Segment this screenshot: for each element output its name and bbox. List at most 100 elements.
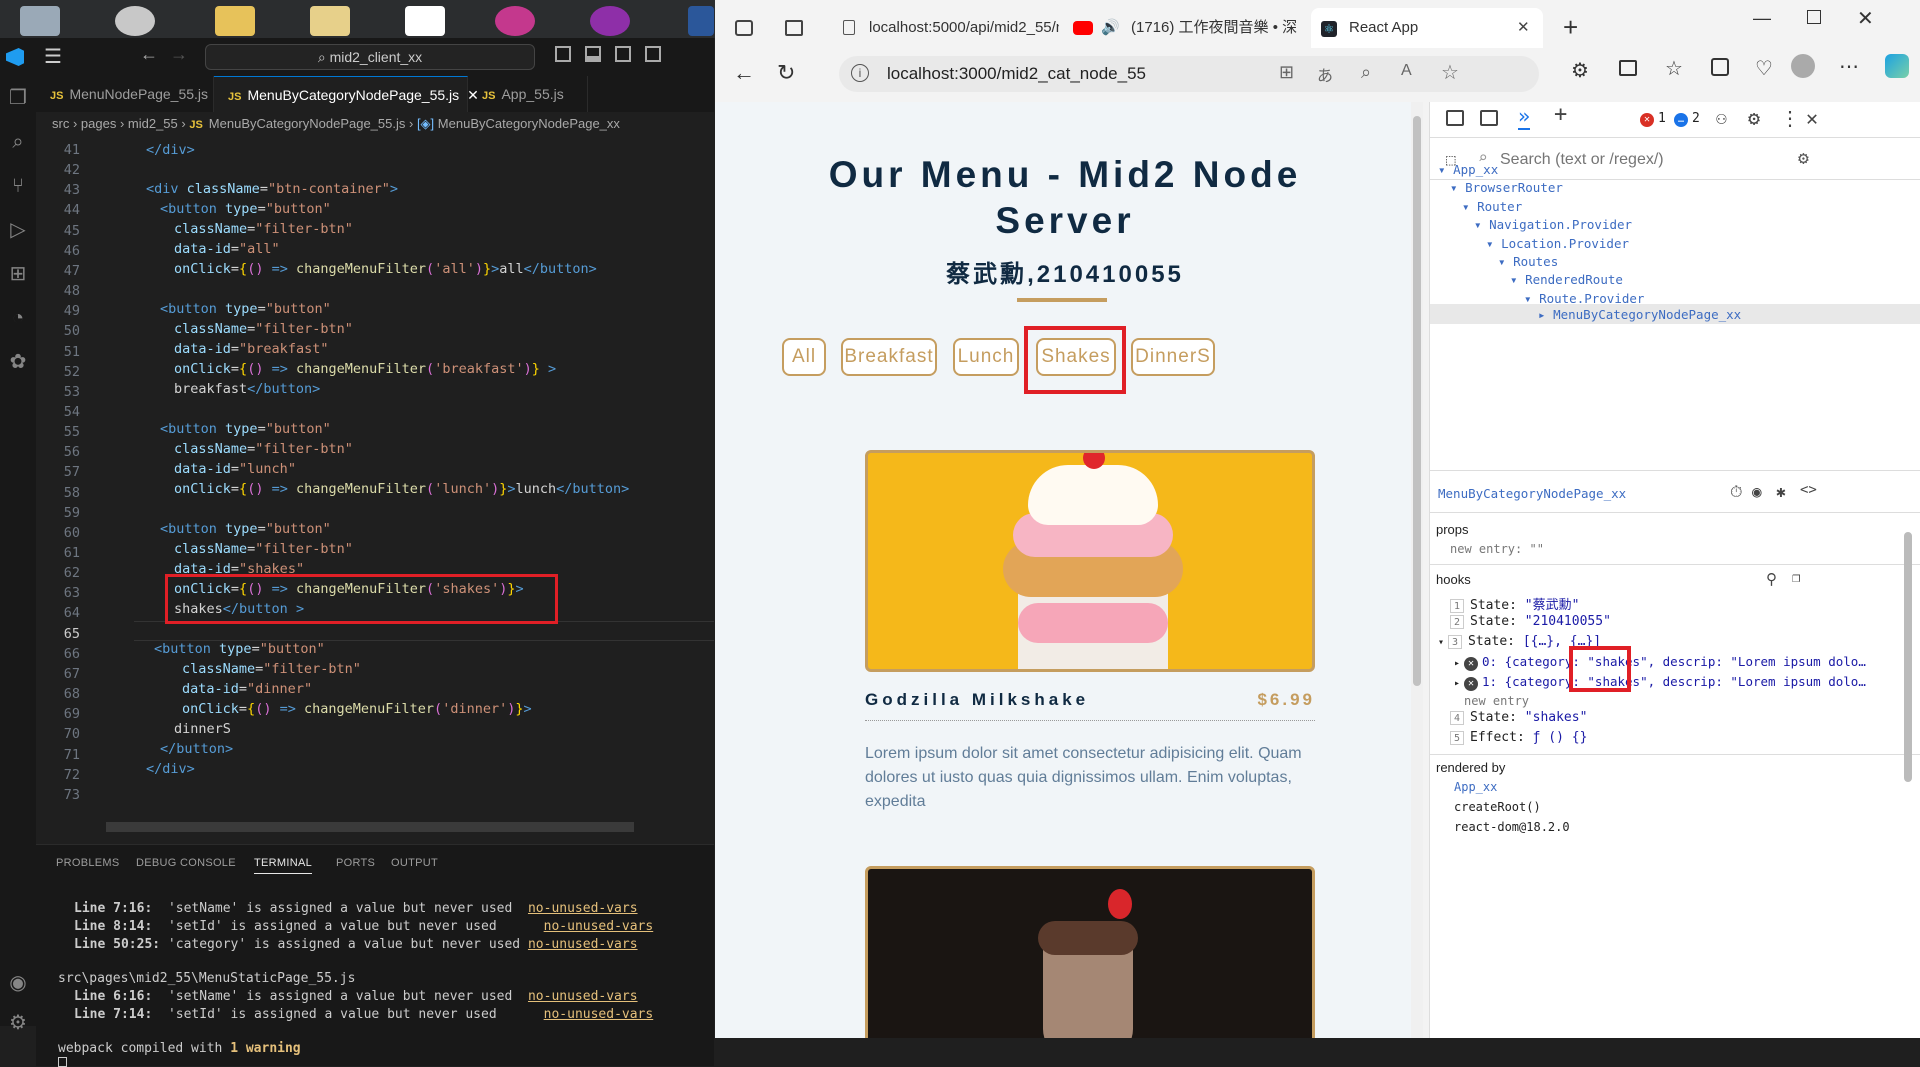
tab-menu-by-category[interactable]: JS MenuByCategoryNodePage_55.js ✕ [214,76,479,112]
tree-node[interactable]: ▾ BrowserRouter [1450,180,1563,195]
explorer-icon[interactable]: ❐ [6,86,30,110]
collections-icon[interactable] [1711,58,1729,76]
settings-gear-icon[interactable]: ⚙ [1748,106,1760,130]
hook-row[interactable]: 5 Effect: ƒ () {} [1450,730,1587,745]
extensions-icon[interactable]: ⊞ [6,262,30,286]
translate-icon[interactable]: あ [1317,62,1333,86]
bug-icon[interactable]: ✱ [1776,482,1786,501]
tree-node[interactable]: ▾ App_xx [1438,162,1498,177]
expand-arrow-icon[interactable]: ▸ [1454,658,1460,669]
info-icon[interactable]: i [851,64,869,82]
tree-node[interactable]: ▾ Location.Provider [1486,236,1629,251]
expand-arrow-icon[interactable]: ▸ [1454,678,1460,689]
toggle-panel-icon[interactable] [585,46,601,62]
add-tool-icon[interactable]: + [1554,102,1567,127]
expand-arrow-icon[interactable]: ▾ [1498,254,1513,269]
breadcrumb-item[interactable]: MenuByCategoryNodePage_55.js [209,116,406,131]
view-source-icon[interactable]: <> [1800,482,1817,498]
filter-dinners-button[interactable]: DinnerS [1131,338,1215,376]
page-scrollbar-thumb[interactable] [1413,116,1421,686]
tab-youtube[interactable]: 🔊 (1716) 工作夜間音樂 • 深 [1065,8,1305,48]
expand-arrow-icon[interactable]: ▾ [1438,162,1453,177]
expand-arrow-icon[interactable]: ▾ [1438,637,1444,648]
close-tab-icon[interactable]: ✕ [1517,8,1530,48]
settings-gear-icon[interactable]: ⚙ [6,1011,30,1035]
tab-menu-node-page[interactable]: JS MenuNodePage_55.js [36,76,214,112]
inspect-icon[interactable] [1446,110,1464,126]
filter-lunch-button[interactable]: Lunch [953,338,1019,376]
toggle-secondary-sidebar-icon[interactable] [615,46,631,62]
expand-arrow-icon[interactable]: ▾ [1462,199,1477,214]
tree-node[interactable]: ▾ Routes [1498,254,1558,269]
speaker-icon[interactable]: 🔊 [1101,8,1120,48]
expand-arrow-icon[interactable]: ▾ [1486,236,1501,251]
tree-node[interactable]: ▾ Router [1462,199,1522,214]
array-entry-row[interactable]: ▸ ✕ 0: {category: "shakes", descrip: "Lore… [1454,654,1866,671]
parse-hook-names-icon[interactable]: ⚲ [1766,570,1777,588]
props-new-entry[interactable]: new entry: "" [1450,542,1544,556]
command-center-search[interactable]: ⌕ mid2_client_xx [205,44,535,70]
hook-row[interactable]: 2 State: "210410055" [1450,614,1611,629]
close-devtools-icon[interactable]: ✕ [1806,106,1818,130]
tab-problems[interactable]: PROBLEMS [56,857,120,869]
accounts-icon[interactable]: ◉ [6,971,30,995]
favorites-icon[interactable]: ☆ [1665,56,1683,81]
toggle-sidebar-icon[interactable] [555,46,571,62]
tab-api[interactable]: localhost:5000/api/mid2_55/n [833,8,1059,48]
settings-gear-icon[interactable]: ⚙ [1798,148,1809,169]
breadcrumb-item[interactable]: mid2_55 [128,116,178,131]
recycle-bin-icon[interactable] [20,6,60,36]
eye-icon[interactable]: ◉ [1752,482,1762,501]
folder-icon[interactable] [310,6,350,36]
component-search-input[interactable] [1500,146,1770,174]
copilot-icon[interactable] [1885,54,1909,78]
tab-output[interactable]: OUTPUT [391,857,438,869]
details-scrollbar[interactable] [1904,532,1912,782]
menu-icon[interactable]: ☰ [44,44,62,69]
tab-actions-icon[interactable] [785,20,803,36]
health-icon[interactable]: ♡ [1755,56,1773,81]
timer-icon[interactable]: ⏱ [1730,482,1742,502]
run-debug-icon[interactable]: ▷ [6,218,30,242]
drive-icon[interactable] [115,6,155,36]
close-window-icon[interactable]: ✕ [1857,6,1874,31]
new-tab-icon[interactable]: + [1563,12,1578,43]
breadcrumb-item[interactable]: src [52,116,69,131]
minimize-icon[interactable]: — [1753,8,1771,29]
split-screen-icon[interactable] [1619,60,1637,76]
more-menu-icon[interactable]: ⋯ [1839,54,1859,79]
blank-file-icon[interactable] [405,6,445,36]
tree-node-selected[interactable]: ▸ MenuByCategoryNodePage_xx [1538,307,1741,322]
more-options-icon[interactable]: ⋮ [1780,106,1800,130]
horizontal-scrollbar[interactable] [106,822,634,832]
filter-all-button[interactable]: All [782,338,826,376]
back-icon[interactable]: ← [140,44,158,65]
search-icon[interactable]: ⌕ [6,130,30,154]
extensions-icon[interactable]: ⚙ [1571,58,1589,83]
workspaces-icon[interactable] [735,20,753,36]
filter-breakfast-button[interactable]: Breakfast [841,338,937,376]
tab-terminal[interactable]: TERMINAL [254,857,313,874]
hook-row[interactable]: 1 State: "蔡武勳" [1450,594,1579,613]
back-icon[interactable]: ← [733,60,755,86]
array-entry-row[interactable]: ▸ ✕ 1: {category: "shakes", descrip: "Lore… [1454,674,1866,691]
tree-node[interactable]: ▾ Navigation.Provider [1474,217,1632,232]
breadcrumb-item[interactable]: pages [81,116,116,131]
expand-arrow-icon[interactable]: ▾ [1474,217,1489,232]
tab-debug-console[interactable]: DEBUG CONSOLE [136,857,236,869]
new-entry-label[interactable]: new entry [1464,694,1529,708]
device-icon[interactable] [1480,110,1498,126]
chatgpt-icon[interactable]: ✿ [6,350,30,374]
expand-arrow-icon[interactable]: ▾ [1510,272,1525,287]
forward-icon[interactable]: → [170,44,188,65]
source-control-icon[interactable]: ⑂ [6,174,30,198]
tab-react-app[interactable]: ⚛ React App ✕ [1311,8,1543,48]
tree-node[interactable]: ▾ RenderedRoute [1510,272,1623,287]
tab-app[interactable]: JS App_55.js [468,76,588,112]
app-icon[interactable] [495,6,535,36]
copy-icon[interactable]: ❐ [1792,570,1800,586]
app-available-icon[interactable]: ⊞ [1279,62,1294,83]
customize-layout-icon[interactable] [645,46,661,62]
delete-entry-icon[interactable]: ✕ [1464,657,1479,671]
hook-row[interactable]: 4 State: "shakes" [1450,710,1587,725]
